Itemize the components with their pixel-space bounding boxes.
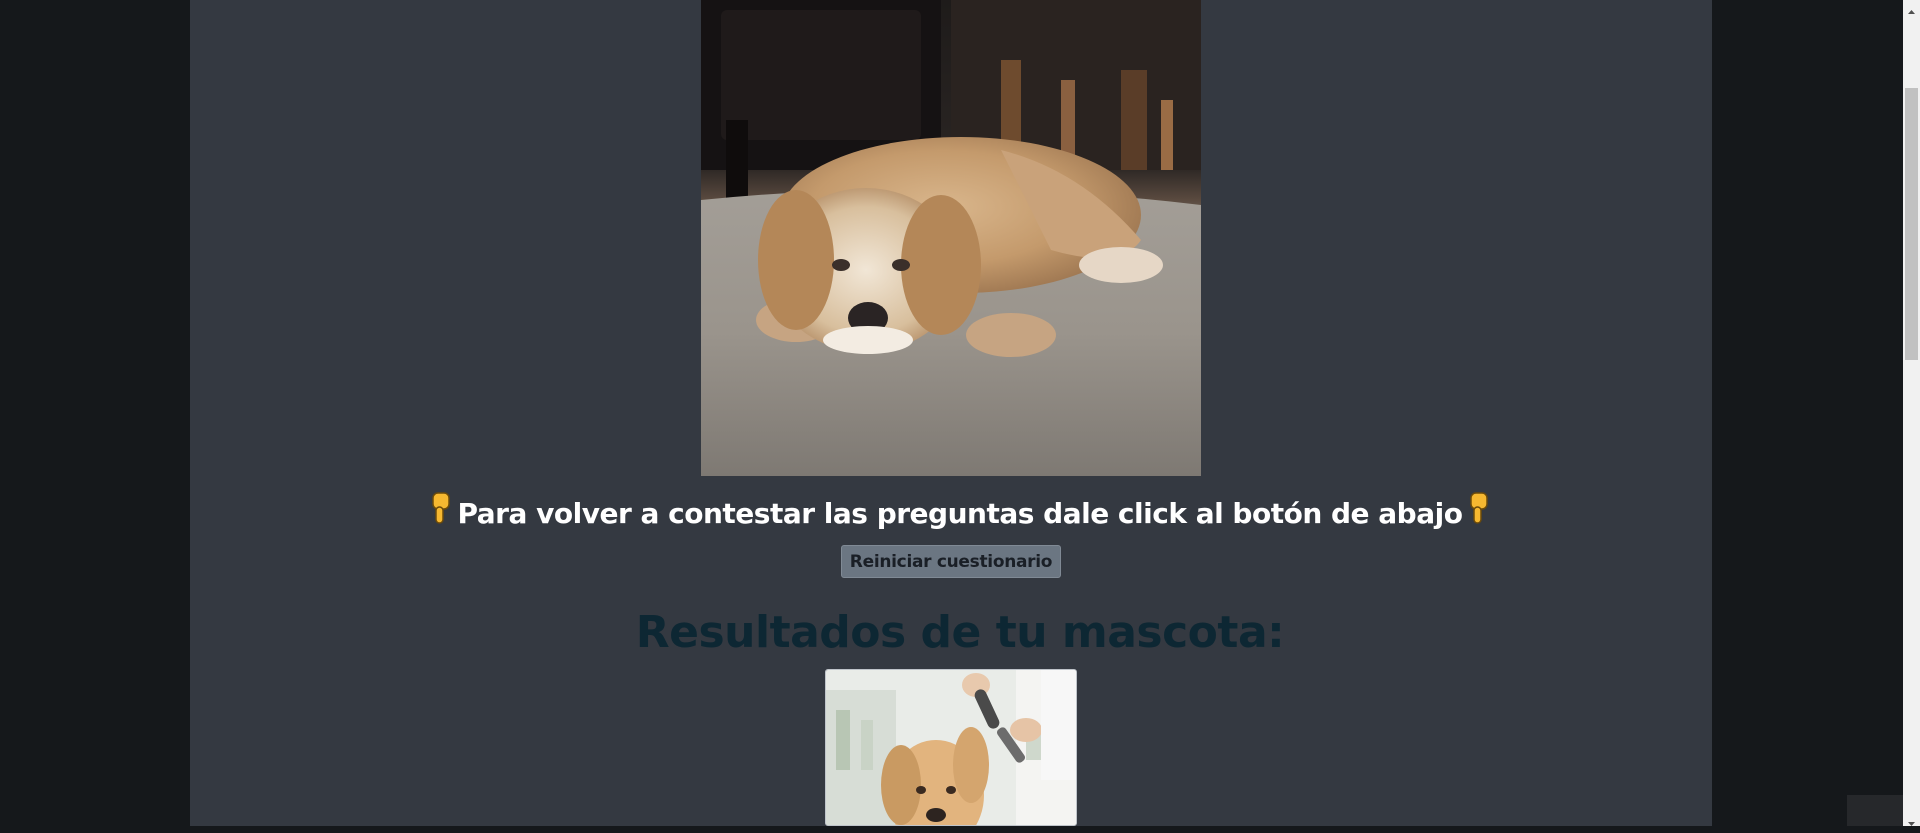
sad-dog-photo: [701, 0, 1201, 476]
retake-instruction: Para volver a contestar las preguntas da…: [0, 491, 1920, 536]
vet-exam-photo: [825, 669, 1077, 826]
reset-quiz-button[interactable]: Reiniciar cuestionario: [841, 545, 1061, 578]
scroll-up-arrow-icon[interactable]: [1905, 2, 1918, 14]
pointing-down-hand-icon: [1468, 491, 1490, 536]
instruction-text: Para volver a contestar las preguntas da…: [457, 496, 1463, 530]
results-title: Resultados de tu mascota:: [635, 607, 1285, 658]
scrollbar-thumb[interactable]: [1905, 88, 1918, 360]
corner-widget: [1847, 795, 1903, 826]
pointing-down-hand-icon: [430, 491, 452, 536]
scroll-down-arrow-icon[interactable]: [1905, 814, 1918, 826]
